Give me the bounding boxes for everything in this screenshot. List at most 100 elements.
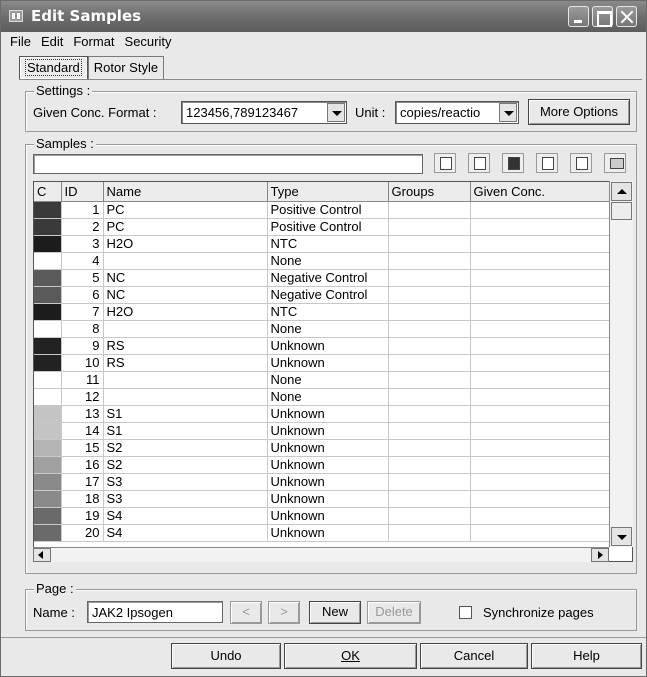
- table-row[interactable]: 8 None: [34, 320, 610, 338]
- sample-type-cell[interactable]: Positive Control: [267, 201, 389, 219]
- sample-groups-cell[interactable]: [388, 422, 471, 440]
- table-row[interactable]: 6 NC Negative Control: [34, 286, 610, 304]
- table-row[interactable]: 18 S3 Unknown: [34, 490, 610, 508]
- sample-type-cell[interactable]: Unknown: [267, 490, 389, 508]
- sample-type-cell[interactable]: Unknown: [267, 405, 389, 423]
- table-row[interactable]: 3 H2O NTC: [34, 235, 610, 253]
- sample-given-conc-cell[interactable]: [470, 303, 610, 321]
- sample-type-cell[interactable]: Unknown: [267, 507, 389, 525]
- sample-type-cell[interactable]: None: [267, 320, 389, 338]
- sample-groups-cell[interactable]: [388, 218, 471, 236]
- sample-type-cell[interactable]: Negative Control: [267, 286, 389, 304]
- sample-type-cell[interactable]: None: [267, 388, 389, 406]
- sample-color-swatch[interactable]: [34, 507, 62, 525]
- sample-id-cell[interactable]: 5: [61, 269, 104, 287]
- table-row[interactable]: 20 S4 Unknown: [34, 524, 610, 542]
- sample-id-cell[interactable]: 2: [61, 218, 104, 236]
- sample-name-cell[interactable]: H2O: [103, 235, 268, 253]
- sample-id-cell[interactable]: 13: [61, 405, 104, 423]
- sample-groups-cell[interactable]: [388, 388, 471, 406]
- sample-name-cell[interactable]: NC: [103, 269, 268, 287]
- sample-id-cell[interactable]: 18: [61, 490, 104, 508]
- sample-color-swatch[interactable]: [34, 490, 62, 508]
- previous-page-button[interactable]: <: [230, 601, 262, 624]
- sample-id-cell[interactable]: 15: [61, 439, 104, 457]
- horizontal-scrollbar[interactable]: [33, 547, 609, 562]
- sample-given-conc-cell[interactable]: [470, 252, 610, 270]
- table-row[interactable]: 2 PC Positive Control: [34, 218, 610, 236]
- more-options-button[interactable]: More Options: [528, 99, 630, 125]
- sample-color-swatch[interactable]: [34, 405, 62, 423]
- scroll-up-icon[interactable]: [611, 182, 632, 201]
- sample-color-swatch[interactable]: [34, 422, 62, 440]
- table-row[interactable]: 15 S2 Unknown: [34, 439, 610, 457]
- sample-name-cell[interactable]: [103, 371, 268, 389]
- next-page-button[interactable]: >: [268, 601, 300, 624]
- sample-groups-cell[interactable]: [388, 405, 471, 423]
- sample-color-swatch[interactable]: [34, 269, 62, 287]
- new-page-button[interactable]: New: [309, 601, 361, 624]
- table-row[interactable]: 13 S1 Unknown: [34, 405, 610, 423]
- table-row[interactable]: 4 None: [34, 252, 610, 270]
- sample-name-cell[interactable]: [103, 252, 268, 270]
- sample-name-cell[interactable]: NC: [103, 286, 268, 304]
- sample-given-conc-cell[interactable]: [470, 337, 610, 355]
- sample-id-cell[interactable]: 10: [61, 354, 104, 372]
- sample-color-swatch[interactable]: [34, 371, 62, 389]
- sample-groups-cell[interactable]: [388, 524, 471, 542]
- unit-select[interactable]: copies/reactio: [395, 101, 519, 124]
- sample-id-cell[interactable]: 16: [61, 456, 104, 474]
- delete-icon[interactable]: [604, 153, 626, 173]
- sample-color-swatch[interactable]: [34, 439, 62, 457]
- menu-edit[interactable]: Edit: [36, 34, 68, 52]
- sample-groups-cell[interactable]: [388, 320, 471, 338]
- sample-color-swatch[interactable]: [34, 252, 62, 270]
- sample-groups-cell[interactable]: [388, 269, 471, 287]
- sample-id-cell[interactable]: 11: [61, 371, 104, 389]
- sample-id-cell[interactable]: 6: [61, 286, 104, 304]
- sample-id-cell[interactable]: 1: [61, 201, 104, 219]
- table-row[interactable]: 7 H2O NTC: [34, 303, 610, 321]
- scroll-down-icon[interactable]: [611, 527, 632, 546]
- table-row[interactable]: 1 PC Positive Control: [34, 201, 610, 219]
- delete-page-button[interactable]: Delete: [367, 601, 421, 624]
- table-row[interactable]: 9 RS Unknown: [34, 337, 610, 355]
- sample-type-cell[interactable]: Unknown: [267, 524, 389, 542]
- sample-name-cell[interactable]: RS: [103, 354, 268, 372]
- sample-given-conc-cell[interactable]: [470, 388, 610, 406]
- sample-type-cell[interactable]: None: [267, 371, 389, 389]
- sample-type-cell[interactable]: Negative Control: [267, 269, 389, 287]
- samples-search-input[interactable]: [33, 154, 423, 174]
- sample-name-cell[interactable]: S1: [103, 405, 268, 423]
- sample-id-cell[interactable]: 20: [61, 524, 104, 542]
- sample-id-cell[interactable]: 4: [61, 252, 104, 270]
- undo-button[interactable]: Undo: [171, 643, 281, 669]
- paste-icon[interactable]: [570, 153, 592, 173]
- sample-id-cell[interactable]: 12: [61, 388, 104, 406]
- column-header-type[interactable]: Type: [267, 182, 389, 202]
- sample-groups-cell[interactable]: [388, 252, 471, 270]
- sample-groups-cell[interactable]: [388, 490, 471, 508]
- sample-id-cell[interactable]: 8: [61, 320, 104, 338]
- sample-name-cell[interactable]: S1: [103, 422, 268, 440]
- sample-name-cell[interactable]: S3: [103, 473, 268, 491]
- sample-given-conc-cell[interactable]: [470, 269, 610, 287]
- sample-name-cell[interactable]: S2: [103, 456, 268, 474]
- table-row[interactable]: 12 None: [34, 388, 610, 406]
- sample-type-cell[interactable]: Unknown: [267, 354, 389, 372]
- sample-groups-cell[interactable]: [388, 354, 471, 372]
- column-header-id[interactable]: ID: [61, 182, 104, 202]
- sample-color-swatch[interactable]: [34, 218, 62, 236]
- table-row[interactable]: 10 RS Unknown: [34, 354, 610, 372]
- minimize-button[interactable]: [568, 6, 589, 27]
- page-name-input[interactable]: JAK2 Ipsogen: [87, 601, 223, 623]
- column-header-name[interactable]: Name: [103, 182, 268, 202]
- sample-groups-cell[interactable]: [388, 286, 471, 304]
- sample-id-cell[interactable]: 9: [61, 337, 104, 355]
- scroll-thumb[interactable]: [611, 202, 632, 220]
- table-row[interactable]: 5 NC Negative Control: [34, 269, 610, 287]
- sample-groups-cell[interactable]: [388, 507, 471, 525]
- sample-given-conc-cell[interactable]: [470, 473, 610, 491]
- sample-color-swatch[interactable]: [34, 320, 62, 338]
- sample-groups-cell[interactable]: [388, 456, 471, 474]
